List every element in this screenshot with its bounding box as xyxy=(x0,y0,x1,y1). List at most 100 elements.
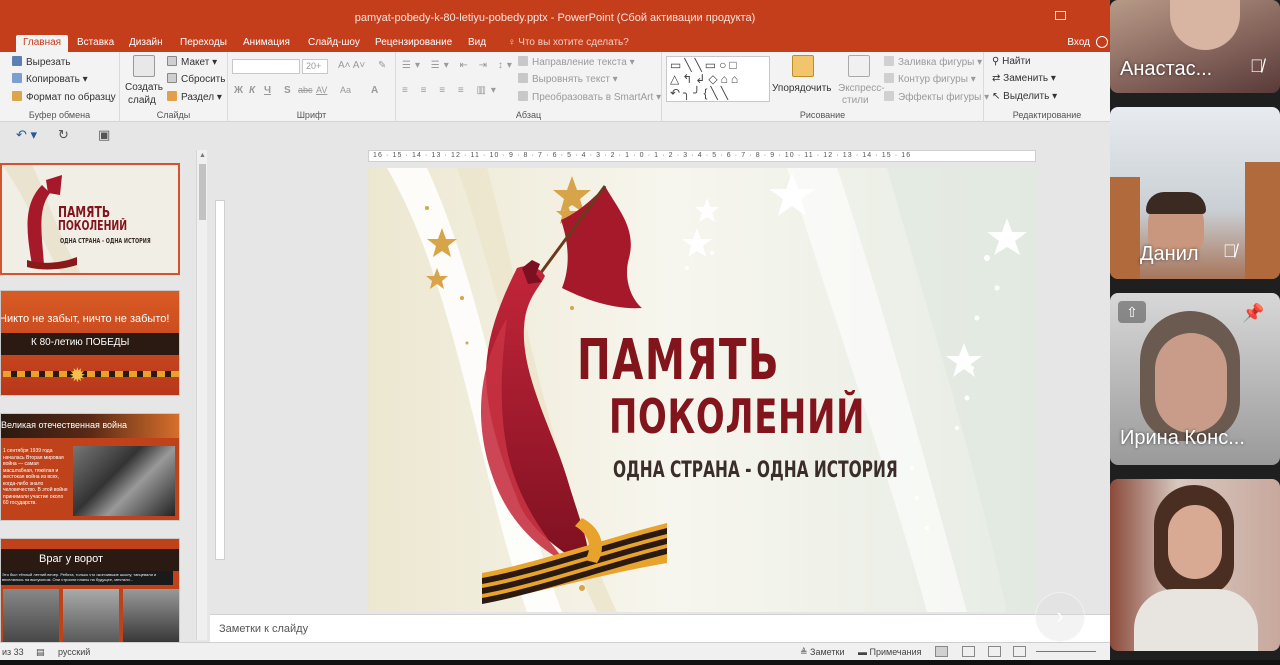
quick-styles-button-line1[interactable]: Экспресс- xyxy=(838,83,885,94)
group-slides: Создать слайд Макет ▾ Сбросить Раздел ▾ … xyxy=(120,52,228,122)
share-icon[interactable]: ⇧ xyxy=(1118,301,1146,323)
grow-font-icon[interactable]: A˄ A˅ xyxy=(338,60,365,71)
sign-in-link[interactable]: Вход xyxy=(1067,35,1090,51)
reset-icon xyxy=(167,73,177,83)
normal-view-icon[interactable] xyxy=(935,646,948,657)
align-icons[interactable]: ≡ ≡ ≡ ≡ ▥▾ xyxy=(402,85,501,96)
paint-bucket-icon xyxy=(884,56,894,66)
layout-button[interactable]: Макет ▾ xyxy=(167,56,217,68)
restore-icon[interactable] xyxy=(1055,11,1066,20)
tab-design[interactable]: Дизайн xyxy=(122,35,170,52)
user-icon[interactable] xyxy=(1096,36,1108,48)
notes-placeholder: Заметки к слайду xyxy=(219,623,309,635)
tab-view[interactable]: Вид xyxy=(461,35,493,52)
new-slide-icon xyxy=(133,55,155,77)
bold-button[interactable]: Ж xyxy=(234,85,243,96)
slide-thumbnail-2[interactable]: Никто не забыт, ничто не забыто! К 80-ле… xyxy=(0,290,180,396)
participant-tile-4[interactable] xyxy=(1110,479,1280,651)
next-slide-button[interactable]: › xyxy=(1035,592,1085,642)
notes-toggle[interactable]: ≜ Заметки xyxy=(800,647,844,658)
copy-button[interactable]: Копировать ▾ xyxy=(12,73,88,85)
shapes-gallery[interactable]: ▭╲╲▭○□ △↰↲◇⌂⌂ ↶╮╯{╲╲ xyxy=(666,56,770,102)
tab-transitions[interactable]: Переходы xyxy=(173,35,234,52)
thumb4-photo-3 xyxy=(123,589,179,642)
quick-styles-button-line2[interactable]: стили xyxy=(842,95,869,106)
star-icon: ✹ xyxy=(69,365,86,387)
new-slide-button-label2[interactable]: слайд xyxy=(128,95,156,106)
participant-video-4 xyxy=(1168,505,1222,579)
group-label-editing: Редактирование xyxy=(1012,110,1082,120)
thumb4-photo-1 xyxy=(3,589,59,642)
shadow-button[interactable]: S xyxy=(284,85,291,96)
find-button[interactable]: ⚲ Найти xyxy=(992,56,1031,67)
participant-tile-1[interactable]: Анастас... 🎙̸ xyxy=(1110,0,1280,93)
shape-fill-button[interactable]: Заливка фигуры ▾ xyxy=(884,56,982,68)
slide-title-line2[interactable]: ПОКОЛЕНИЙ xyxy=(609,390,865,445)
scrollbar-thumb[interactable] xyxy=(199,164,206,220)
undo-icon[interactable]: ↶ ▾ xyxy=(16,127,37,143)
font-size-box[interactable]: 20+ xyxy=(302,59,328,74)
ribbon-tabs: Главная Вставка Дизайн Переходы Анимация… xyxy=(0,32,1110,52)
participant-name-3: Ирина Конс... xyxy=(1120,427,1245,449)
tab-slideshow[interactable]: Слайд-шоу xyxy=(301,35,367,52)
slide-canvas[interactable]: ПАМЯТЬ ПОКОЛЕНИЙ ОДНА СТРАНА - ОДНА ИСТО… xyxy=(367,168,1037,612)
language-indicator[interactable]: русский xyxy=(58,647,90,657)
slide-thumbnail-3[interactable]: Великая отечественная война 1 сентября 1… xyxy=(0,413,180,521)
thumb2-line2: К 80-летию ПОБЕДЫ xyxy=(31,337,130,348)
scissors-icon xyxy=(12,56,22,66)
cursor-icon: ↖ xyxy=(992,91,1004,102)
participant-tile-3[interactable]: ⇧ 📌 Ирина Конс... xyxy=(1110,293,1280,465)
spacing-button[interactable]: AV xyxy=(316,85,327,95)
spellcheck-icon[interactable]: ▤ xyxy=(36,647,45,658)
scroll-up-icon[interactable]: ▲ xyxy=(199,152,206,159)
font-color-icon[interactable]: A xyxy=(371,85,378,96)
slide-sorter-icon[interactable] xyxy=(962,646,975,657)
participant-shirt-4 xyxy=(1134,589,1258,651)
shape-outline-button[interactable]: Контур фигуры ▾ xyxy=(884,73,976,85)
door-right xyxy=(1245,162,1280,279)
section-button[interactable]: Раздел ▾ xyxy=(167,91,222,103)
slide-subtitle[interactable]: ОДНА СТРАНА - ОДНА ИСТОРИЯ xyxy=(613,458,898,483)
arrange-button[interactable]: Упорядочить xyxy=(772,83,832,94)
replace-button[interactable]: ⇄ Заменить ▾ xyxy=(992,73,1056,84)
strike-button[interactable]: abc xyxy=(298,85,313,95)
slide-title-line1[interactable]: ПАМЯТЬ xyxy=(577,328,780,393)
tell-me-search[interactable]: ♀ Что вы хотите сделать? xyxy=(508,35,629,51)
video-call-panel: Анастас... 🎙̸ Данил 🎙̸ ⇧ 📌 Ирина Конс... xyxy=(1110,0,1280,665)
text-direction-button[interactable]: Направление текста ▾ xyxy=(518,56,635,68)
notes-pane[interactable]: Заметки к слайду xyxy=(210,614,1110,642)
thumbnails-scrollbar[interactable]: ▲ xyxy=(196,150,207,640)
comments-toggle[interactable]: ▬ Примечания xyxy=(858,647,921,657)
tab-home[interactable]: Главная xyxy=(16,35,69,52)
italic-button[interactable]: К xyxy=(249,85,255,96)
clear-format-icon[interactable]: ✎ xyxy=(378,60,386,71)
mic-muted-icon: 🎙̸ xyxy=(1223,241,1237,261)
align-text-button[interactable]: Выровнять текст ▾ xyxy=(518,73,618,85)
smartart-button[interactable]: Преобразовать в SmartArt ▾ xyxy=(518,91,661,103)
reset-button[interactable]: Сбросить xyxy=(167,73,225,85)
new-slide-button-label1[interactable]: Создать xyxy=(125,82,163,93)
slide-thumbnail-1[interactable]: ПАМЯТЬ ПОКОЛЕНИЙ ОДНА СТРАНА - ОДНА ИСТО… xyxy=(0,163,180,275)
zoom-slider[interactable] xyxy=(1036,651,1096,652)
arrange-icon xyxy=(792,55,814,77)
list-icons[interactable]: ☰▾ ☰▾ ⇤ ⇥ ↕▾ xyxy=(402,60,516,71)
tab-review[interactable]: Рецензирование xyxy=(368,35,459,52)
thumb2-line1: Никто не забыт, ничто не забыто! xyxy=(0,313,170,325)
tab-animations[interactable]: Анимация xyxy=(236,35,297,52)
reading-view-icon[interactable] xyxy=(988,646,1001,657)
underline-button[interactable]: Ч xyxy=(264,85,271,96)
format-painter-button[interactable]: Формат по образцу xyxy=(12,91,116,103)
font-name-box[interactable] xyxy=(232,59,300,74)
redo-icon[interactable]: ↻ xyxy=(58,127,69,143)
chevron-right-icon: › xyxy=(1056,603,1064,628)
change-case-button[interactable]: Aa xyxy=(340,85,351,95)
slide-thumbnail-4[interactable]: Враг у ворот Это был тёплый летний вечер… xyxy=(0,538,180,642)
shape-effects-button[interactable]: Эффекты фигуры ▾ xyxy=(884,91,989,103)
slideshow-icon[interactable]: ▣ xyxy=(98,127,110,143)
cut-button[interactable]: Вырезать xyxy=(12,56,70,68)
participant-tile-2[interactable]: Данил 🎙̸ xyxy=(1110,107,1280,279)
tab-insert[interactable]: Вставка xyxy=(70,35,121,52)
slideshow-view-icon[interactable] xyxy=(1013,646,1026,657)
select-button[interactable]: ↖ Выделить ▾ xyxy=(992,91,1057,102)
pin-icon[interactable]: 📌 xyxy=(1242,303,1264,324)
